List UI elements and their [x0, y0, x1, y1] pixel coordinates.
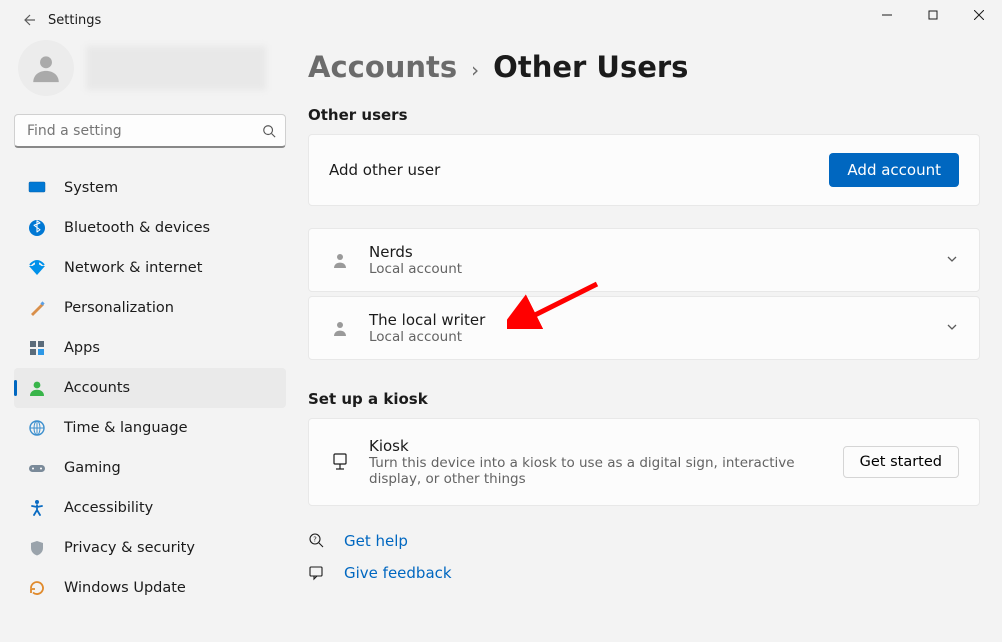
- get-help-link[interactable]: Get help: [344, 532, 408, 550]
- sidebar-item-privacy[interactable]: Privacy & security: [14, 528, 286, 568]
- apps-icon: [28, 339, 46, 357]
- sidebar-item-label: Bluetooth & devices: [64, 220, 210, 236]
- section-header-other-users: Other users: [308, 106, 980, 124]
- add-other-user-card: Add other user Add account: [308, 134, 980, 206]
- person-icon: [28, 379, 46, 397]
- sidebar-item-system[interactable]: System: [14, 168, 286, 208]
- chevron-right-icon: ›: [471, 58, 479, 82]
- give-feedback-link[interactable]: Give feedback: [344, 564, 452, 582]
- sidebar-item-network[interactable]: Network & internet: [14, 248, 286, 288]
- accessibility-icon: [28, 499, 46, 517]
- person-icon: [329, 249, 351, 271]
- help-icon: ?: [308, 532, 326, 550]
- bluetooth-icon: [28, 219, 46, 237]
- sidebar-item-label: Windows Update: [64, 580, 186, 596]
- sidebar-item-windows-update[interactable]: Windows Update: [14, 568, 286, 608]
- user-name: Nerds: [369, 243, 927, 261]
- globe-clock-icon: [28, 419, 46, 437]
- feedback-icon: [308, 564, 326, 582]
- profile-block[interactable]: [14, 40, 286, 96]
- kiosk-title: Kiosk: [369, 437, 825, 455]
- kiosk-icon: [329, 451, 351, 473]
- sidebar-item-label: Time & language: [64, 420, 188, 436]
- section-header-kiosk: Set up a kiosk: [308, 390, 980, 408]
- sidebar-item-label: Network & internet: [64, 260, 202, 276]
- sidebar-item-label: Accounts: [64, 380, 130, 396]
- sidebar-item-label: Privacy & security: [64, 540, 195, 556]
- breadcrumb: Accounts › Other Users: [308, 50, 980, 84]
- search-icon: [262, 123, 276, 137]
- user-type: Local account: [369, 329, 927, 345]
- sidebar-item-gaming[interactable]: Gaming: [14, 448, 286, 488]
- sidebar-item-accessibility[interactable]: Accessibility: [14, 488, 286, 528]
- sidebar-item-label: Apps: [64, 340, 100, 356]
- sidebar-item-label: System: [64, 180, 118, 196]
- shield-icon: [28, 539, 46, 557]
- sidebar-item-personalization[interactable]: Personalization: [14, 288, 286, 328]
- avatar: [18, 40, 74, 96]
- get-started-button[interactable]: Get started: [843, 446, 959, 478]
- minimize-button[interactable]: [864, 0, 910, 30]
- paintbrush-icon: [28, 299, 46, 317]
- app-title: Settings: [48, 13, 101, 28]
- close-button[interactable]: [956, 0, 1002, 30]
- profile-name-redacted: [86, 46, 266, 90]
- system-icon: [28, 179, 46, 197]
- kiosk-desc: Turn this device into a kiosk to use as …: [369, 455, 799, 487]
- user-row-nerds[interactable]: Nerds Local account: [308, 228, 980, 292]
- add-other-user-label: Add other user: [329, 161, 829, 179]
- sidebar-item-accounts[interactable]: Accounts: [14, 368, 286, 408]
- maximize-button[interactable]: [910, 0, 956, 30]
- wifi-icon: [28, 259, 46, 277]
- add-account-button[interactable]: Add account: [829, 153, 959, 187]
- user-type: Local account: [369, 261, 927, 277]
- svg-text:?: ?: [313, 536, 317, 544]
- chevron-down-icon: [945, 319, 959, 338]
- user-row-local-writer[interactable]: The local writer Local account: [308, 296, 980, 360]
- update-icon: [28, 579, 46, 597]
- chevron-down-icon: [945, 251, 959, 270]
- search-input[interactable]: [14, 114, 286, 148]
- sidebar-item-label: Gaming: [64, 460, 121, 476]
- gamepad-icon: [28, 459, 46, 477]
- kiosk-card: Kiosk Turn this device into a kiosk to u…: [308, 418, 980, 506]
- breadcrumb-parent[interactable]: Accounts: [308, 50, 457, 84]
- sidebar-item-label: Personalization: [64, 300, 174, 316]
- person-icon: [329, 317, 351, 339]
- sidebar-item-time-language[interactable]: Time & language: [14, 408, 286, 448]
- sidebar-item-label: Accessibility: [64, 500, 153, 516]
- sidebar-item-apps[interactable]: Apps: [14, 328, 286, 368]
- breadcrumb-current: Other Users: [493, 50, 688, 84]
- back-arrow-icon[interactable]: [20, 12, 36, 28]
- user-name: The local writer: [369, 311, 927, 329]
- sidebar-item-bluetooth[interactable]: Bluetooth & devices: [14, 208, 286, 248]
